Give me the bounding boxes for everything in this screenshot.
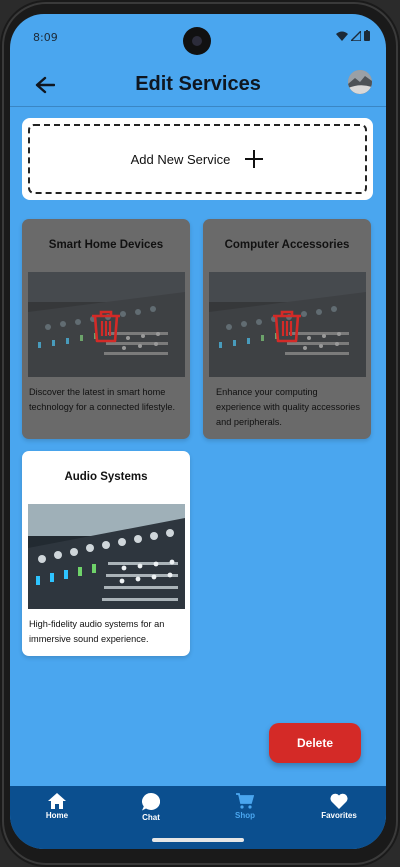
bottom-nav: Home Chat Shop Favorites — [10, 786, 386, 832]
plus-icon — [245, 150, 264, 168]
status-icons — [336, 30, 370, 41]
header-divider — [10, 106, 386, 107]
nav-item-shop[interactable]: Shop — [198, 786, 292, 832]
add-service-card: Add New Service — [22, 118, 373, 200]
app-bar: Edit Services — [10, 66, 386, 106]
add-service-label: Add New Service — [130, 151, 231, 167]
nav-label-shop: Shop — [235, 811, 255, 820]
cart-icon — [236, 793, 254, 809]
add-service-button[interactable]: Add New Service — [28, 124, 367, 194]
mixer-photo — [28, 504, 185, 609]
service-card[interactable]: Audio Systems High-fidelity audio system… — [22, 451, 190, 656]
delete-button[interactable]: Delete — [269, 723, 361, 763]
status-bar: 8:09 — [10, 14, 386, 55]
service-description: High-fidelity audio systems for an immer… — [29, 619, 165, 644]
profile-photo — [348, 70, 372, 94]
nav-label-home: Home — [45, 811, 69, 820]
nav-label-favorites: Favorites — [321, 811, 357, 820]
wifi-icon — [336, 31, 348, 41]
service-card[interactable]: Computer Accessories Enhance your comput… — [203, 219, 371, 439]
service-image — [28, 272, 185, 377]
battery-icon — [364, 30, 370, 41]
service-title: Smart Home Devices — [48, 239, 164, 251]
device-frame: 8:09 Edit Services Add New Service Smart… — [0, 0, 400, 867]
nav-item-favorites[interactable]: Favorites — [292, 786, 386, 832]
service-image — [28, 504, 185, 609]
signal-icon — [351, 30, 361, 41]
nav-label-chat: Chat — [142, 813, 160, 822]
service-card[interactable]: Smart Home Devices Discover the latest i… — [22, 219, 190, 439]
home-icon — [48, 793, 66, 809]
service-image — [209, 272, 366, 377]
home-indicator[interactable] — [152, 838, 244, 842]
service-description: Enhance your computing experience with q… — [216, 387, 361, 427]
screen: 8:09 Edit Services Add New Service Smart… — [10, 14, 386, 849]
trash-icon[interactable] — [269, 308, 305, 344]
page-title: Edit Services — [135, 73, 261, 95]
nav-item-home[interactable]: Home — [10, 786, 104, 832]
service-description: Discover the latest in smart home techno… — [29, 387, 176, 412]
service-title: Audio Systems — [64, 471, 148, 483]
trash-icon[interactable] — [88, 308, 124, 344]
service-title: Computer Accessories — [224, 239, 350, 251]
avatar[interactable] — [348, 70, 372, 94]
heart-icon — [330, 793, 348, 809]
status-time: 8:09 — [33, 31, 58, 44]
nav-item-chat[interactable]: Chat — [104, 786, 198, 832]
chat-icon — [142, 793, 160, 811]
front-camera — [183, 27, 211, 55]
